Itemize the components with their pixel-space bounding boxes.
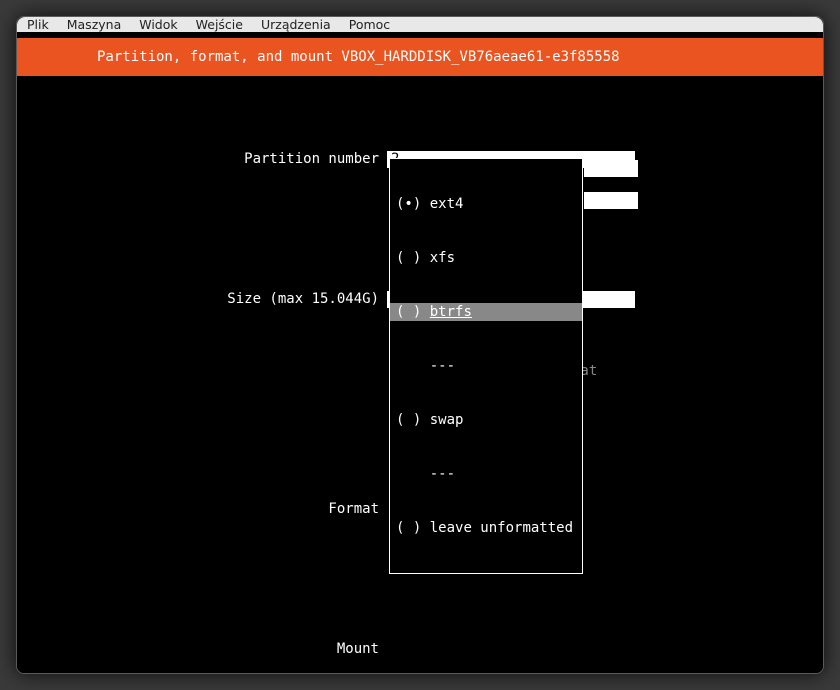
menu-devices[interactable]: Urządzenia: [261, 17, 331, 32]
menu-help[interactable]: Pomoc: [349, 17, 390, 32]
menubar: Plik Maszyna Widok Wejście Urządzenia Po…: [17, 17, 823, 32]
format-dropdown[interactable]: (•) ext4 ( ) xfs ( ) btrfs --- ( ) swap …: [389, 158, 583, 574]
option-ext4[interactable]: (•) ext4: [390, 195, 582, 213]
mount-dropdown-stub[interactable]: [584, 192, 638, 209]
vm-window: Plik Maszyna Widok Wejście Urządzenia Po…: [16, 16, 824, 674]
option-btrfs[interactable]: ( ) btrfs: [390, 303, 582, 321]
console-view: Partition, format, and mount VBOX_HARDDI…: [17, 32, 823, 674]
option-divider-1: ---: [390, 357, 582, 375]
menu-machine[interactable]: Maszyna: [67, 17, 122, 32]
partition-number-label: Partition number: [17, 150, 387, 168]
size-label: Size (max 15.044G): [17, 290, 387, 308]
format-label: Format: [17, 500, 387, 518]
option-leave-unformatted[interactable]: ( ) leave unformatted: [390, 519, 582, 537]
menu-file[interactable]: Plik: [27, 17, 49, 32]
menu-input[interactable]: Wejście: [196, 17, 243, 32]
option-divider-2: ---: [390, 465, 582, 483]
format-dropdown-stub[interactable]: [584, 160, 638, 177]
menu-view[interactable]: Widok: [139, 17, 177, 32]
option-xfs[interactable]: ( ) xfs: [390, 249, 582, 267]
page-title: Partition, format, and mount VBOX_HARDDI…: [17, 38, 823, 76]
form-area: Partition number 2 Size (max 15.044G) 15…: [17, 76, 823, 674]
mount-label: Mount: [17, 640, 387, 658]
option-swap[interactable]: ( ) swap: [390, 411, 582, 429]
